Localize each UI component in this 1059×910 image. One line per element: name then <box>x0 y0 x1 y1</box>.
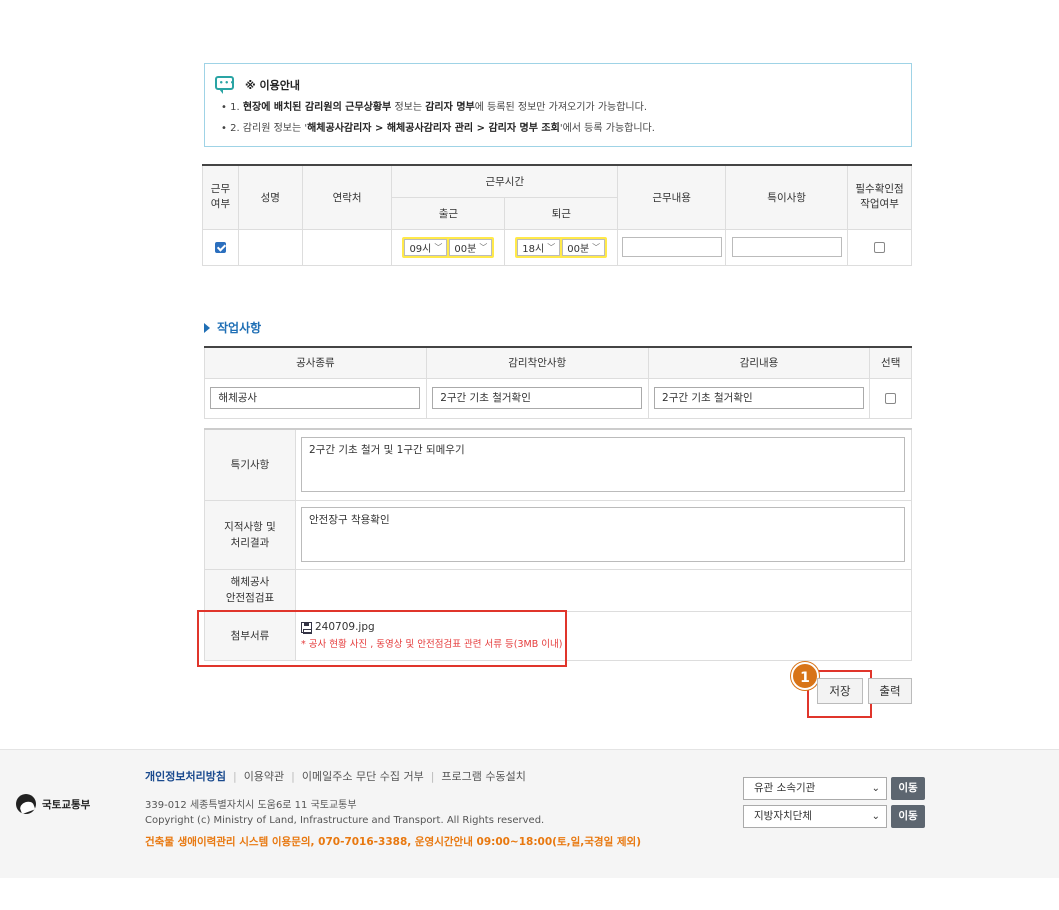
ministry-logo: 국토교통부 <box>16 794 90 814</box>
supervision-point-input[interactable]: 2구간 기초 철거확인 <box>432 387 643 409</box>
notice-title-row: ••• ※ 이용안내 <box>215 76 901 94</box>
related-agency-select[interactable]: 유관 소속기관 ⌄ <box>743 777 887 800</box>
step-badge: 1 <box>791 662 819 690</box>
privacy-policy-link[interactable]: 개인정보처리방침 <box>145 770 226 783</box>
usage-notice: ••• ※ 이용안내 • 1. 현장에 배치된 감리원의 근무상황부 정보는 감… <box>204 63 912 147</box>
section-title: 작업사항 <box>204 319 261 336</box>
chat-bubble-icon: ••• <box>215 76 235 94</box>
print-button[interactable]: 출력 <box>868 678 912 704</box>
safety-check-label: 해체공사 안전점검표 <box>204 568 296 612</box>
header-work-time: 근무시간 <box>391 164 619 198</box>
table-row: 해체공사 2구간 기초 철거확인 2구간 기초 철거확인 <box>204 377 912 419</box>
chevron-down-icon: ﹀ <box>547 242 556 252</box>
chevron-down-icon: ⌄ <box>871 783 880 794</box>
issue-textarea[interactable]: 안전장구 착용확인 <box>301 507 905 562</box>
notice-title: ※ 이용안내 <box>245 79 301 92</box>
clock-out-minute-select[interactable]: 00분 ﹀ <box>562 238 606 256</box>
chevron-down-icon: ﹀ <box>434 242 443 252</box>
header-select: 선택 <box>869 346 912 379</box>
local-gov-select[interactable]: 지방자치단체 ⌄ <box>743 805 887 828</box>
work-checkbox[interactable] <box>214 241 226 253</box>
contact-cell <box>301 228 393 266</box>
header-supervision-point: 감리착안사항 <box>425 346 649 379</box>
chevron-down-icon: ⌄ <box>871 811 880 822</box>
header-clock-out: 퇴근 <box>504 196 619 230</box>
attachment-highlight-box <box>197 610 567 667</box>
header-work-type: 공사종류 <box>204 346 427 379</box>
chevron-down-icon: ﹀ <box>479 242 488 252</box>
issue-label: 지적사항 및 처리결과 <box>204 499 296 570</box>
clock-out-highlight: 18시 ﹀ 00분 ﹀ <box>515 236 608 258</box>
footer-contact: 건축물 생애이력관리 시스템 이용문의, 070-7016-3388, 운영시간… <box>145 836 642 848</box>
work-type-input[interactable]: 해체공사 <box>210 387 421 409</box>
triangle-right-icon <box>204 322 210 333</box>
required-checkbox[interactable] <box>874 241 886 253</box>
header-contact: 연락처 <box>301 164 393 230</box>
chevron-down-icon: ﹀ <box>592 242 601 252</box>
special-input[interactable] <box>731 237 842 257</box>
go-button-1[interactable]: 이동 <box>891 777 925 800</box>
clock-in-minute-select[interactable]: 00분 ﹀ <box>449 238 493 256</box>
special-label: 특기사항 <box>204 428 296 501</box>
special-textarea[interactable]: 2구간 기초 철거 및 1구간 되메우기 <box>301 437 905 493</box>
safety-check-cell <box>295 568 912 612</box>
clock-in-highlight: 09시 ﹀ 00분 ﹀ <box>402 236 495 258</box>
go-button-2[interactable]: 이동 <box>891 805 925 828</box>
header-work: 근무 여부 <box>202 164 239 230</box>
footer-links: 개인정보처리방침 | 이용약관 | 이메일주소 무단 수집 거부 | 프로그램 수동설치 <box>145 770 526 783</box>
manual-install-link[interactable]: 프로그램 수동설치 <box>441 770 525 783</box>
select-checkbox[interactable] <box>885 392 897 404</box>
footer: 국토교통부 개인정보처리방침 | 이용약관 | 이메일주소 무단 수집 거부 | 프로그램 … <box>0 749 1059 878</box>
terms-link[interactable]: 이용약관 <box>244 770 284 783</box>
notice-line-1: • 1. 현장에 배치된 감리원의 근무상황부 정보는 감리자 명부에 등록된 … <box>221 102 648 113</box>
header-special: 특이사항 <box>725 164 849 230</box>
header-work-content: 근무내용 <box>617 164 727 230</box>
header-clock-in: 출근 <box>391 196 506 230</box>
name-cell <box>237 228 303 266</box>
header-name: 성명 <box>237 164 303 230</box>
supervision-content-input[interactable]: 2구간 기초 철거확인 <box>654 387 865 409</box>
work-status-table: 근무 여부 성명 연락처 근무시간 근무내용 특이사항 필수확인점 작업여부 출… <box>202 164 912 266</box>
header-required: 필수확인점 작업여부 <box>847 164 912 230</box>
save-button[interactable]: 저장 <box>817 678 863 704</box>
header-supervision-content: 감리내용 <box>647 346 871 379</box>
work-content-input[interactable] <box>621 237 722 257</box>
email-refusal-link[interactable]: 이메일주소 무단 수집 거부 <box>302 770 424 783</box>
notice-line-2: • 2. 감리원 정보는 '해체공사감리자 > 해체공사감리자 관리 > 감리자… <box>221 123 655 134</box>
taegeuk-logo-icon <box>16 794 36 814</box>
task-table: 공사종류 감리착안사항 감리내용 선택 해체공사 2구간 기초 철거확인 2구간… <box>204 346 912 419</box>
footer-address: 339-012 세종특별자치시 도움6로 11 국토교통부 Copyright … <box>145 800 545 826</box>
clock-out-hour-select[interactable]: 18시 ﹀ <box>517 238 561 256</box>
clock-in-hour-select[interactable]: 09시 ﹀ <box>404 238 448 256</box>
